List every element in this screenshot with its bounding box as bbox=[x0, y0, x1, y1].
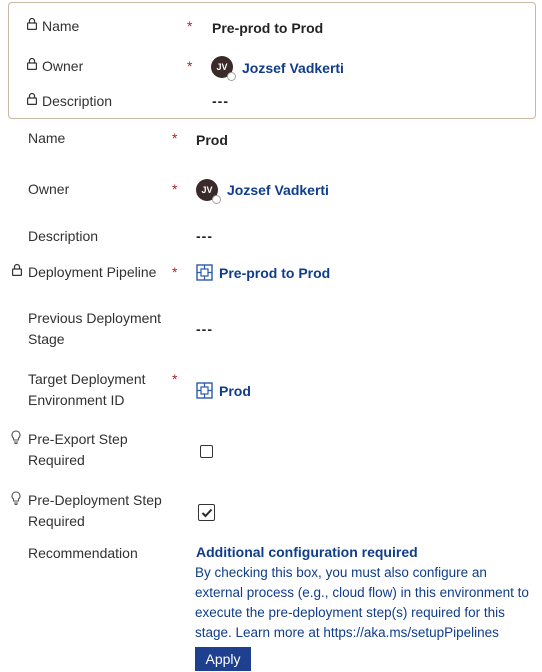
entity-icon bbox=[196, 264, 213, 281]
recommendation-line: execute the pre-deployment step(s) requi… bbox=[195, 605, 505, 620]
prev-stage-label-line2: Stage bbox=[28, 331, 65, 347]
description-value[interactable]: --- bbox=[196, 228, 213, 244]
parent-description-label: Description bbox=[42, 93, 113, 109]
pipeline-link[interactable]: Pre-prod to Prod bbox=[219, 265, 330, 281]
prev-stage-value[interactable]: --- bbox=[196, 321, 213, 337]
parent-owner-label: Owner bbox=[42, 58, 84, 74]
checkmark-icon bbox=[201, 508, 212, 517]
parent-name-value: Pre-prod to Prod bbox=[212, 20, 324, 36]
recommendation-title: Additional configuration required bbox=[196, 544, 418, 560]
required-marker: * bbox=[172, 181, 178, 197]
lock-icon bbox=[27, 57, 37, 70]
target-env-label-line2: Environment ID bbox=[28, 392, 125, 408]
parent-owner-link[interactable]: Jozsef Vadkerti bbox=[242, 60, 344, 76]
pre-export-label-line1: Pre-Export Step bbox=[28, 431, 128, 447]
recommendation-text: By checking this box, you must also conf… bbox=[195, 563, 537, 643]
lock-icon bbox=[12, 263, 22, 276]
required-marker: * bbox=[187, 18, 193, 34]
required-marker: * bbox=[172, 130, 178, 146]
required-marker: * bbox=[187, 58, 193, 74]
target-env-link[interactable]: Prod bbox=[219, 383, 251, 399]
lightbulb-icon bbox=[11, 430, 21, 444]
lock-icon bbox=[27, 17, 37, 30]
parent-name-label: Name bbox=[42, 18, 80, 34]
pipeline-label: Deployment Pipeline bbox=[28, 264, 157, 280]
pre-export-checkbox[interactable] bbox=[200, 445, 213, 458]
lightbulb-icon bbox=[11, 491, 21, 505]
required-marker: * bbox=[172, 371, 178, 387]
entity-icon bbox=[196, 382, 213, 399]
presence-icon bbox=[212, 195, 221, 204]
pre-deploy-label-line1: Pre-Deployment Step bbox=[28, 492, 162, 508]
required-marker: * bbox=[172, 264, 178, 280]
owner-link[interactable]: Jozsef Vadkerti bbox=[227, 182, 329, 198]
name-label: Name bbox=[28, 130, 66, 146]
recommendation-line[interactable]: stage. Learn more at https://aka.ms/setu… bbox=[195, 623, 537, 643]
recommendation-label: Recommendation bbox=[28, 545, 138, 561]
prev-stage-label-line1: Previous Deployment bbox=[28, 310, 162, 326]
owner-label: Owner bbox=[28, 181, 70, 197]
pre-export-label-line2: Required bbox=[28, 452, 85, 468]
lock-icon bbox=[27, 92, 37, 105]
pre-deploy-checkbox[interactable] bbox=[198, 504, 215, 521]
presence-icon bbox=[227, 72, 236, 81]
avatar-initials: JV bbox=[201, 185, 213, 195]
target-env-label-line1: Target Deployment bbox=[28, 371, 146, 387]
avatar-initials: JV bbox=[216, 62, 228, 72]
recommendation-line: By checking this box, you must also conf… bbox=[195, 565, 487, 580]
avatar[interactable]: JV bbox=[211, 56, 236, 81]
form-page: Name * Pre-prod to Prod Owner * JV Jozse… bbox=[0, 0, 542, 672]
avatar[interactable]: JV bbox=[196, 179, 221, 204]
parent-description-value: --- bbox=[212, 93, 229, 109]
name-value[interactable]: Prod bbox=[196, 132, 228, 148]
pre-deploy-label-line2: Required bbox=[28, 513, 85, 529]
recommendation-line: external process (e.g., cloud flow) in t… bbox=[195, 585, 529, 600]
apply-button[interactable]: Apply bbox=[195, 647, 251, 671]
description-label: Description bbox=[28, 228, 99, 244]
